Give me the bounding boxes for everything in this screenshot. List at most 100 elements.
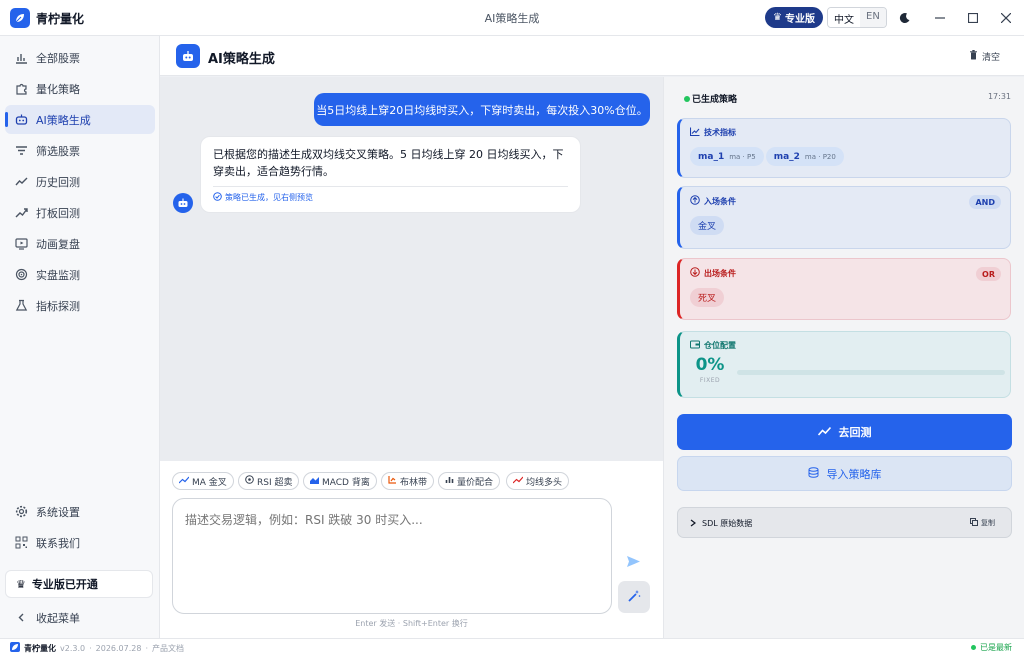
sidebar-item-all-stocks[interactable]: 全部股票 — [5, 43, 155, 72]
pro-status-label: 专业版已开通 — [31, 578, 98, 591]
chip-label: RSI 超卖 — [257, 477, 293, 488]
indicator-detail: ma · P20 — [804, 152, 836, 161]
sdl-raw-data[interactable]: SDL 原始数据 复制 — [677, 507, 1012, 538]
sidebar-item-label: 系统设置 — [36, 505, 80, 519]
entry-card: 入场条件 AND 金叉 — [677, 186, 1011, 249]
sidebar-item-label: 实盘监测 — [36, 268, 80, 282]
lang-zh-option[interactable]: 中文 — [828, 8, 860, 27]
sidebar-item-live-monitor[interactable]: 实盘监测 — [5, 260, 155, 289]
chip-label: MA 金叉 — [192, 477, 227, 488]
indicator-pill[interactable]: ma_1 ma · P5 — [690, 147, 764, 166]
chevron-left-icon — [14, 611, 28, 625]
sidebar-item-ai-strategy[interactable]: AI策略生成 — [5, 105, 155, 134]
chip-label: 布林带 — [400, 477, 428, 488]
indicator-name: ma_2 — [773, 151, 800, 162]
update-status: 已是最新 — [971, 642, 1012, 653]
collapse-menu-button[interactable]: 收起菜单 — [5, 603, 155, 632]
trend-icon — [817, 426, 831, 439]
title-bar: 青柠量化 AI策略生成 ♛ 专业版 中文 EN — [0, 0, 1024, 36]
robot-icon — [173, 193, 193, 213]
sidebar-item-quant-strategy[interactable]: 量化策略 — [5, 74, 155, 103]
position-bar — [737, 370, 1005, 375]
sidebar-item-limit-backtest[interactable]: 打板回测 — [5, 198, 155, 227]
trash-icon — [969, 50, 978, 63]
qr-code-icon — [14, 536, 28, 550]
chip-volume-price[interactable]: 量价配合 — [438, 472, 501, 490]
chip-label: MACD 背离 — [322, 477, 370, 488]
bollinger-icon — [388, 475, 397, 487]
position-card: 仓位配置 0% FIXED — [677, 331, 1011, 398]
sidebar-item-label: 联系我们 — [36, 536, 80, 550]
pro-badge-label: 专业版 — [784, 14, 815, 25]
database-icon — [808, 466, 819, 481]
strategy-time: 17:31 — [987, 92, 1011, 101]
sidebar-item-label: 筛选股票 — [36, 144, 80, 158]
trend-icon — [14, 175, 28, 189]
crown-icon: ♛ — [773, 12, 782, 23]
exit-card: 出场条件 OR 死叉 — [677, 258, 1011, 320]
indicator-name: ma_1 — [698, 151, 725, 162]
clear-button[interactable]: 清空 — [969, 50, 1000, 63]
main-header: AI策略生成 清空 — [160, 36, 1024, 76]
lang-en-option[interactable]: EN — [860, 8, 886, 27]
position-title: 仓位配置 — [704, 341, 736, 350]
sidebar-item-filter-stocks[interactable]: 筛选股票 — [5, 136, 155, 165]
target-icon — [245, 475, 254, 487]
strategy-title: 已生成策略 — [692, 95, 738, 105]
flask-icon — [14, 299, 28, 313]
chevron-right-icon — [690, 518, 697, 529]
crown-icon: ♛ — [16, 577, 26, 591]
import-label: 导入策略库 — [826, 467, 882, 481]
trend-up-icon — [512, 476, 524, 487]
robot-icon — [14, 113, 28, 127]
moon-icon[interactable] — [896, 9, 914, 27]
indicator-pill[interactable]: ma_2 ma · P20 — [765, 147, 844, 166]
import-library-button[interactable]: 导入策略库 — [677, 456, 1012, 491]
docs-link[interactable]: 产品文档 — [152, 643, 184, 654]
chip-rsi-oversold[interactable]: RSI 超卖 — [238, 472, 300, 490]
sidebar-item-label: 量化策略 — [36, 82, 80, 96]
chip-ma-golden-cross[interactable]: MA 金叉 — [172, 472, 234, 490]
strategy-input[interactable] — [172, 498, 612, 614]
play-screen-icon — [14, 237, 28, 251]
magic-wand-button[interactable] — [618, 581, 650, 613]
indicators-card: 技术指标 ma_1 ma · P5 ma_2 ma · P20 — [677, 118, 1011, 178]
trend-icon — [689, 127, 700, 138]
collapse-menu-label: 收起菜单 — [36, 611, 80, 625]
close-icon[interactable] — [997, 9, 1015, 27]
trend-icon — [178, 476, 190, 487]
status-dot-icon — [971, 645, 976, 650]
pro-badge[interactable]: ♛ 专业版 — [765, 7, 823, 28]
sidebar-item-animated-replay[interactable]: 动画复盘 — [5, 229, 155, 258]
chip-label: 均线多头 — [526, 477, 563, 488]
copy-icon — [970, 518, 978, 528]
language-toggle[interactable]: 中文 EN — [827, 7, 887, 28]
backtest-button[interactable]: 去回测 — [677, 414, 1012, 450]
chip-macd-divergence[interactable]: MACD 背离 — [303, 472, 377, 490]
gear-icon — [14, 505, 28, 519]
status-dot-icon — [684, 95, 690, 102]
divider — [213, 186, 568, 187]
chip-ma-bullish[interactable]: 均线多头 — [506, 472, 570, 490]
sidebar-item-settings[interactable]: 系统设置 — [5, 497, 155, 526]
exit-condition-pill: 死叉 — [690, 288, 725, 307]
sidebar-item-label: 指标探测 — [36, 299, 80, 313]
statusbar-date: 2026.07.28 — [95, 643, 142, 653]
minimize-icon[interactable] — [931, 9, 949, 27]
sidebar-item-contact[interactable]: 联系我们 — [5, 528, 155, 557]
sidebar-item-indicator-probe[interactable]: 指标探测 — [5, 291, 155, 320]
maximize-icon[interactable] — [964, 9, 982, 27]
magic-wand-icon — [627, 589, 641, 606]
send-icon[interactable] — [622, 550, 644, 572]
statusbar-version: v2.3.0 — [60, 643, 86, 653]
position-percent: 0% — [695, 355, 725, 375]
chip-bollinger[interactable]: 布林带 — [381, 472, 435, 490]
strategy-panel-title: 已生成策略 — [684, 92, 737, 105]
sidebar-item-history-backtest[interactable]: 历史回测 — [5, 167, 155, 196]
strategy-panel: 已生成策略 17:31 技术指标 ma_1 ma · P5 ma_2 ma · P20… — [663, 77, 1024, 638]
position-mode: FIXED — [699, 377, 721, 384]
sidebar-item-label: 全部股票 — [36, 51, 80, 65]
page-title: AI策略生成 — [208, 52, 275, 67]
arrow-up-circle-icon — [690, 195, 700, 207]
copy-button[interactable]: 复制 — [970, 518, 995, 528]
